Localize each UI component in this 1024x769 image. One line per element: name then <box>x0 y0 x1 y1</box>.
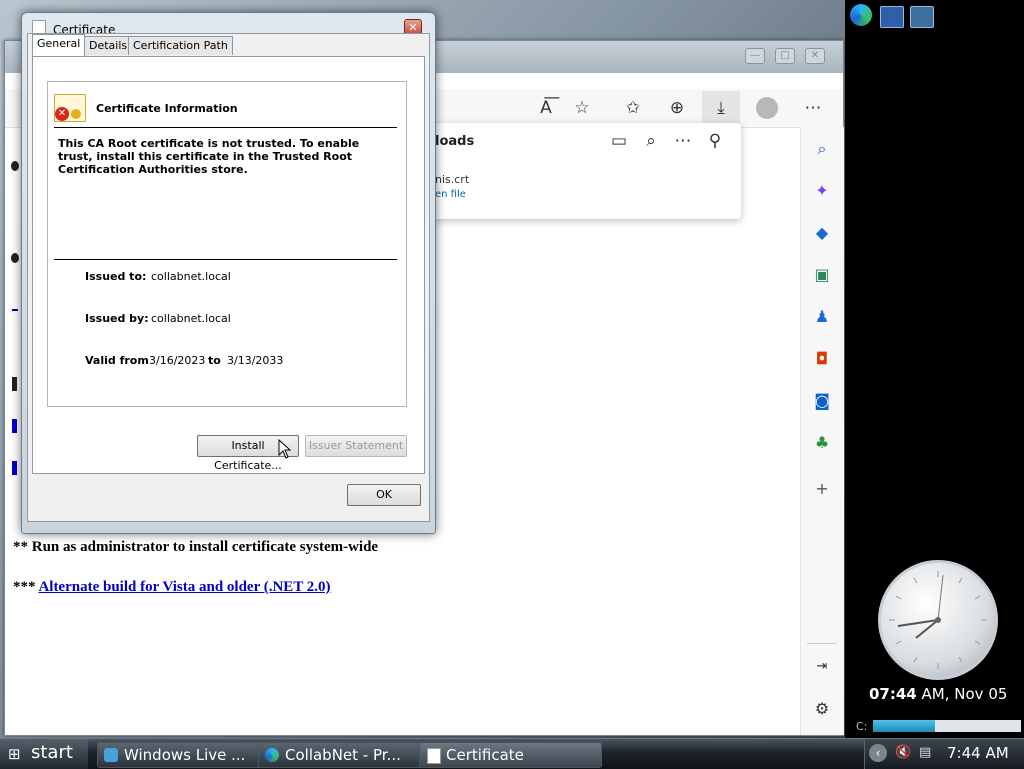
page-fragment <box>12 461 17 475</box>
valid-from-value: 3/16/2023 <box>149 354 206 367</box>
alternate-build-link[interactable]: Alternate build for Vista and older (.NE… <box>38 579 330 595</box>
windows-logo-icon: ⊞ <box>8 745 21 763</box>
tab-details[interactable]: Details <box>84 36 133 55</box>
sidebar: 07:44 AM, Nov 05 C: <box>845 0 1024 740</box>
more-options-icon[interactable]: ⋯ <box>670 128 696 154</box>
task-windows-live[interactable]: Windows Live ... <box>97 742 277 768</box>
certificate-icon: ✕ <box>54 94 86 122</box>
info-heading: Certificate Information <box>96 102 238 115</box>
page-fragment <box>12 419 17 433</box>
error-icon: ✕ <box>55 107 69 121</box>
office-icon[interactable]: ◘ <box>810 347 834 371</box>
system-tray: ‹ 🔇 ▤ 7:44 AM <box>864 739 1024 769</box>
page-bullet <box>11 253 19 263</box>
ribbon-icon <box>71 109 81 119</box>
downloads-title: loads <box>435 134 475 149</box>
shopping-icon[interactable]: ◆ <box>810 221 834 245</box>
valid-from-label: Valid from <box>85 354 149 367</box>
start-label: start <box>31 742 73 763</box>
gadget-datetime: 07:44 AM, Nov 05 <box>869 685 1019 703</box>
search-icon[interactable]: ⌕ <box>810 137 834 161</box>
tab-general[interactable]: General <box>32 34 86 56</box>
minimize-button[interactable]: — <box>745 48 765 64</box>
dialog-body: General Details Certification Path ✕ Cer… <box>27 33 430 522</box>
hide-sidebar-icon[interactable]: ⇥ <box>810 655 834 679</box>
issued-by-label: Issued by: <box>85 312 149 325</box>
certificate-dialog: Certificate ✕ General Details Certificat… <box>21 12 436 534</box>
drive-meter <box>873 720 1021 732</box>
outlook-icon[interactable]: ◙ <box>810 389 834 413</box>
mouse-cursor-icon <box>278 439 292 459</box>
gadget-date: AM, Nov 05 <box>921 685 1008 703</box>
task-label: CollabNet - Pr... <box>285 746 401 764</box>
network-icon[interactable]: ▤ <box>919 745 931 760</box>
show-desktop-icon[interactable] <box>880 6 904 28</box>
edge-icon[interactable] <box>850 4 872 26</box>
volume-muted-icon[interactable]: 🔇 <box>895 745 911 760</box>
valid-to-label: to <box>208 354 221 367</box>
general-panel: ✕ Certificate Information This CA Root c… <box>32 56 425 474</box>
search-downloads-icon[interactable]: ⌕ <box>638 128 664 154</box>
heading-divider <box>54 127 397 128</box>
drive-meter-fill <box>873 720 935 732</box>
switch-windows-icon[interactable] <box>910 6 934 28</box>
alternate-build-line: *** Alternate build for Vista and older … <box>13 579 331 596</box>
issued-to-value: collabnet.local <box>151 270 231 283</box>
add-favorite-icon[interactable]: ☆ <box>569 95 595 121</box>
issuer-statement-button[interactable]: Issuer Statement <box>305 435 407 457</box>
profile-icon[interactable] <box>756 97 778 119</box>
edge-side-panel: ⌕ ✦ ◆ ▣ ♟ ◘ ◙ ♣ + ⇥ ⚙ <box>800 127 844 735</box>
maximize-button[interactable]: □ <box>775 48 795 64</box>
clock-face-icon <box>889 571 987 669</box>
trust-warning: This CA Root certificate is not trusted.… <box>58 137 360 176</box>
settings-gear-icon[interactable]: ⚙ <box>810 697 834 721</box>
certificate-info-box: ✕ Certificate Information This CA Root c… <box>47 81 407 407</box>
collections-icon[interactable]: ⊕ <box>664 95 690 121</box>
task-label: Windows Live ... <box>124 746 246 764</box>
taskbar-clock[interactable]: 7:44 AM <box>947 744 1009 762</box>
start-button[interactable]: ⊞ start <box>0 739 88 769</box>
alternate-prefix: *** <box>13 579 36 595</box>
page-fragment <box>12 377 17 391</box>
downloads-icon[interactable]: ⤓ <box>702 91 740 125</box>
drive-label: C: <box>856 720 868 733</box>
clock-gadget <box>878 560 998 680</box>
tools-icon[interactable]: ▣ <box>810 263 834 287</box>
download-file-name[interactable]: nis.crt <box>435 173 469 186</box>
copilot-icon[interactable]: ✦ <box>810 179 834 203</box>
page-fragment <box>12 297 18 311</box>
pin-icon[interactable]: ⚲ <box>702 128 728 154</box>
add-icon[interactable]: + <box>810 477 834 501</box>
close-button[interactable]: ✕ <box>805 48 825 64</box>
task-collabnet[interactable]: CollabNet - Pr... <box>258 742 438 768</box>
taskbar: ⊞ start Windows Live ... CollabNet - Pr.… <box>0 738 1024 769</box>
certificate-task-icon <box>427 748 441 764</box>
tab-certification-path[interactable]: Certification Path <box>128 36 233 55</box>
task-certificate[interactable]: Certificate <box>419 742 602 768</box>
issued-by-value: collabnet.local <box>151 312 231 325</box>
windows-live-icon <box>104 748 118 762</box>
games-icon[interactable]: ♟ <box>810 305 834 329</box>
show-hidden-icons[interactable]: ‹ <box>869 744 887 762</box>
details-divider <box>54 259 397 260</box>
gadget-time: 07:44 <box>869 685 917 703</box>
more-icon[interactable]: ⋯ <box>800 95 826 121</box>
issued-to-label: Issued to: <box>85 270 147 283</box>
favorites-icon[interactable]: ✩ <box>620 95 646 121</box>
open-file-link[interactable]: en file <box>435 189 466 200</box>
page-bullet <box>11 161 19 171</box>
side-divider <box>807 643 837 644</box>
edge-task-icon <box>265 748 279 762</box>
admin-note-text: ** Run as administrator to install certi… <box>13 539 379 555</box>
open-folder-icon[interactable]: ▭ <box>606 128 632 154</box>
valid-to-value: 3/13/2033 <box>227 354 284 367</box>
task-label: Certificate <box>446 746 524 764</box>
read-aloud-icon[interactable]: A͞ <box>533 95 559 121</box>
downloads-panel: loads ▭ ⌕ ⋯ ⚲ nis.crt en file <box>431 123 741 219</box>
ok-button[interactable]: OK <box>347 484 421 506</box>
tree-icon[interactable]: ♣ <box>810 431 834 455</box>
